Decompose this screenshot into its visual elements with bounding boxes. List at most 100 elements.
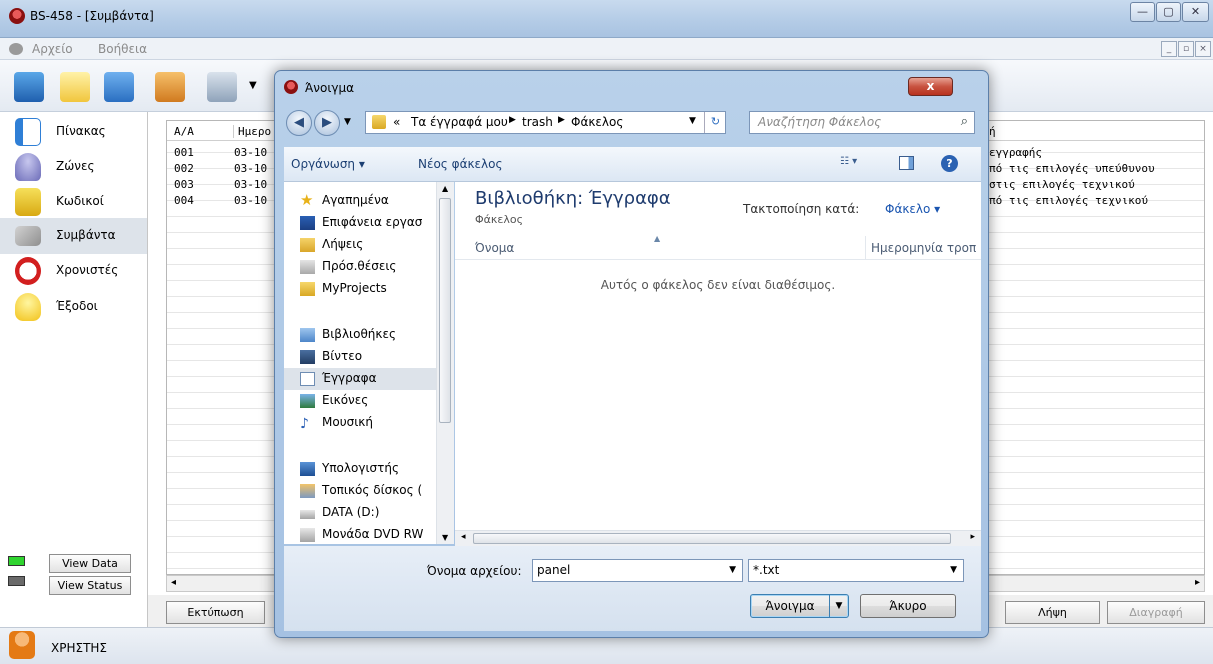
nav-item-dvd-drive[interactable]: Μονάδα DVD RW bbox=[284, 524, 454, 544]
print-button[interactable]: Εκτύπωση bbox=[166, 601, 265, 624]
breadcrumb-item-folder[interactable]: Φάκελος bbox=[571, 115, 623, 129]
navigation-pane-scrollbar[interactable]: ▲ ▼ bbox=[436, 182, 454, 544]
nav-computer-header[interactable]: Υπολογιστής bbox=[284, 458, 454, 480]
open-button[interactable]: Άνοιγμα ▼ bbox=[750, 594, 849, 618]
new-folder-button[interactable]: Νέος φάκελος bbox=[418, 157, 503, 171]
cell-date: 03-10 bbox=[234, 178, 268, 191]
scroll-right-icon[interactable]: ▸ bbox=[1195, 577, 1200, 588]
users-icon[interactable] bbox=[155, 72, 185, 102]
scrollbar-thumb[interactable] bbox=[473, 533, 951, 544]
receive-button[interactable]: Λήψη bbox=[1005, 601, 1100, 624]
address-bar[interactable]: « Τα έγγραφά μου ▶ trash ▶ Φάκελος ▼ ↻ bbox=[365, 111, 726, 134]
open-folder-icon[interactable] bbox=[60, 72, 90, 102]
cell-description: στις επιλογές τεχνικού bbox=[989, 178, 1135, 191]
nav-item-data-drive[interactable]: DATA (D:) bbox=[284, 502, 454, 524]
filename-input[interactable]: panel ▼ bbox=[532, 559, 743, 582]
nav-label: Υπολογιστής bbox=[322, 461, 399, 475]
scroll-left-icon[interactable]: ◂ bbox=[171, 577, 176, 588]
search-input[interactable]: Αναζήτηση Φάκελος bbox=[758, 115, 881, 129]
column-header-name[interactable]: Όνομα bbox=[475, 241, 514, 255]
cell-date: 03-10 bbox=[234, 146, 268, 159]
sidebar-item-label: Συμβάντα bbox=[56, 228, 116, 242]
scroll-up-icon[interactable]: ▲ bbox=[442, 184, 448, 193]
nav-item-recent-places[interactable]: Πρόσ.θέσεις bbox=[284, 256, 454, 278]
nav-item-documents[interactable]: Έγγραφα bbox=[284, 368, 454, 390]
nav-item-pictures[interactable]: Εικόνες bbox=[284, 390, 454, 412]
open-file-dialog: Άνοιγμα x ◀ ▶ ▼ « Τα έγγραφά μου ▶ trash… bbox=[274, 70, 989, 638]
address-dropdown-icon[interactable]: ▼ bbox=[689, 116, 696, 126]
sidebar-item-outputs[interactable]: Έξοδοι bbox=[0, 289, 147, 325]
mdi-minimize-button[interactable]: _ bbox=[1161, 41, 1177, 57]
scroll-right-icon[interactable]: ▸ bbox=[970, 532, 975, 542]
scroll-down-icon[interactable]: ▼ bbox=[442, 533, 448, 542]
cancel-button[interactable]: Άκυρο bbox=[860, 594, 956, 618]
table-row[interactable]: 003 03-10 στις επιλογές τεχνικού bbox=[174, 178, 1135, 191]
column-header-index[interactable]: A/A bbox=[174, 125, 194, 138]
nav-item-myprojects[interactable]: MyProjects bbox=[284, 278, 454, 300]
dialog-app-icon bbox=[284, 80, 298, 94]
mdi-close-button[interactable]: × bbox=[1195, 41, 1211, 57]
organize-button[interactable]: Οργάνωση ▾ bbox=[291, 157, 365, 171]
nav-item-downloads[interactable]: Λήψεις bbox=[284, 234, 454, 256]
search-icon[interactable]: ⌕ bbox=[961, 114, 968, 129]
preview-pane-icon[interactable] bbox=[899, 156, 914, 170]
file-type-select[interactable]: *.txt ▼ bbox=[748, 559, 964, 582]
nav-item-music[interactable]: ♪ Μουσική bbox=[284, 412, 454, 434]
close-button[interactable]: ✕ bbox=[1182, 2, 1209, 22]
sidebar-item-label: Κωδικοί bbox=[56, 194, 104, 208]
nav-label: DATA (D:) bbox=[322, 505, 380, 519]
sidebar-item-codes[interactable]: Κωδικοί bbox=[0, 184, 147, 220]
refresh-icon[interactable]: ↻ bbox=[704, 112, 726, 133]
help-icon[interactable]: ? bbox=[941, 155, 958, 172]
search-box[interactable]: Αναζήτηση Φάκελος ⌕ bbox=[749, 111, 975, 134]
recent-locations-chevron-icon[interactable]: ▼ bbox=[344, 117, 351, 127]
arrange-label: Τακτοποίηση κατά: bbox=[743, 202, 860, 216]
open-options-chevron-icon[interactable]: ▼ bbox=[829, 595, 848, 617]
sidebar-item-table[interactable]: Πίνακας bbox=[0, 114, 147, 150]
sidebar-item-zones[interactable]: Ζώνες bbox=[0, 149, 147, 185]
save-icon[interactable] bbox=[104, 72, 134, 102]
column-header-description[interactable]: ή bbox=[989, 125, 996, 138]
scroll-left-icon[interactable]: ◂ bbox=[461, 532, 466, 542]
file-list-horizontal-scrollbar[interactable]: ◂ ▸ bbox=[455, 530, 981, 546]
sidebar-item-timers[interactable]: Χρονιστές bbox=[0, 253, 147, 289]
views-icon[interactable]: ☷ ▾ bbox=[840, 156, 870, 172]
table-row[interactable]: 001 03-10 εγγραφής bbox=[174, 146, 1042, 159]
table-row[interactable]: 002 03-10 πό τις επιλογές υπεύθυνου bbox=[174, 162, 1155, 175]
view-data-indicator bbox=[8, 556, 25, 566]
chevron-down-icon[interactable]: ▼ bbox=[249, 80, 257, 91]
nav-item-videos[interactable]: Βίντεο bbox=[284, 346, 454, 368]
table-row[interactable]: 004 03-10 πό τις επιλογές τεχνικού bbox=[174, 194, 1148, 207]
back-icon[interactable]: ◀ bbox=[286, 110, 312, 136]
nav-item-local-disk[interactable]: Τοπικός δίσκος ( bbox=[284, 480, 454, 502]
nav-favorites-header[interactable]: ★ Αγαπημένα bbox=[284, 190, 454, 212]
arrange-by-dropdown[interactable]: Φάκελο ▾ bbox=[885, 202, 940, 216]
open-button-label: Άνοιγμα bbox=[765, 599, 815, 613]
file-type-dropdown-icon[interactable]: ▼ bbox=[950, 560, 957, 581]
breadcrumb-item-my-documents[interactable]: Τα έγγραφά μου bbox=[411, 115, 508, 129]
sidebar-item-events[interactable]: Συμβάντα bbox=[0, 218, 147, 254]
sidebar-item-label: Έξοδοι bbox=[56, 299, 98, 313]
delete-button[interactable]: Διαγραφή bbox=[1107, 601, 1205, 624]
mdi-restore-button[interactable]: ▫ bbox=[1178, 41, 1194, 57]
menu-file[interactable]: Αρχείο bbox=[32, 42, 73, 56]
nav-libraries-header[interactable]: Βιβλιοθήκες bbox=[284, 324, 454, 346]
maximize-button[interactable]: ▢ bbox=[1156, 2, 1181, 22]
column-header-date[interactable]: Ημερο bbox=[233, 125, 271, 138]
scrollbar-thumb[interactable] bbox=[439, 198, 451, 423]
user-chat-icon[interactable] bbox=[207, 72, 237, 102]
breadcrumb-overflow[interactable]: « bbox=[393, 115, 400, 129]
document-icon bbox=[300, 372, 315, 386]
menu-help[interactable]: Βοήθεια bbox=[98, 42, 147, 56]
view-data-button[interactable]: View Data bbox=[49, 554, 131, 573]
dialog-close-button[interactable]: x bbox=[908, 77, 953, 96]
nav-item-desktop[interactable]: Επιφάνεια εργασ bbox=[284, 212, 454, 234]
computer-icon[interactable] bbox=[14, 72, 44, 102]
breadcrumb-item-trash[interactable]: trash bbox=[522, 115, 553, 129]
view-status-button[interactable]: View Status bbox=[49, 576, 131, 595]
forward-icon[interactable]: ▶ bbox=[314, 110, 340, 136]
minimize-button[interactable]: — bbox=[1130, 2, 1155, 22]
filename-dropdown-icon[interactable]: ▼ bbox=[729, 560, 736, 581]
title-bar bbox=[0, 0, 1213, 38]
column-header-date-modified[interactable]: Ημερομηνία τροπ bbox=[871, 241, 976, 255]
